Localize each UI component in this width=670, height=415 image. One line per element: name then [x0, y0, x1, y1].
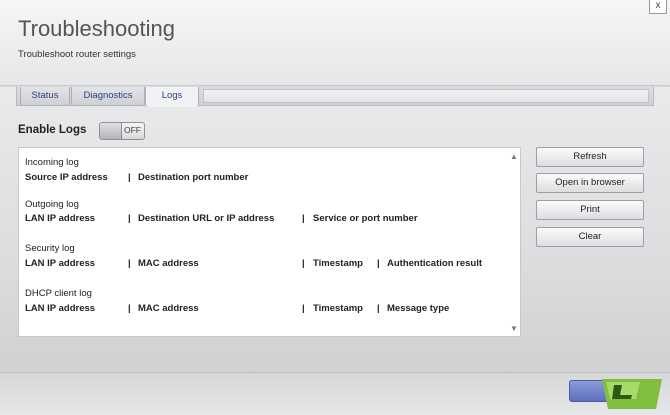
log-column: Destination port number [138, 172, 249, 183]
log-column: MAC address [138, 258, 199, 269]
watermark-logo-icon [602, 379, 662, 409]
tab-diagnostics[interactable]: Diagnostics [71, 87, 145, 106]
toggle-state: OFF [124, 125, 141, 135]
refresh-button[interactable]: Refresh [536, 147, 644, 167]
footer [0, 372, 670, 415]
log-title-outgoing: Outgoing log [25, 199, 79, 210]
tab-status[interactable]: Status [20, 87, 70, 106]
router-window: Troubleshooting Troubleshoot router sett… [0, 0, 670, 415]
log-column: MAC address [138, 303, 199, 314]
tab-bar-fill [203, 89, 649, 103]
content-area: Status Diagnostics Logs Enable Logs OFF … [0, 87, 670, 372]
log-column: Timestamp [313, 303, 363, 314]
page-title: Troubleshooting [18, 16, 175, 41]
print-button[interactable]: Print [536, 200, 644, 220]
header: Troubleshooting Troubleshoot router sett… [0, 0, 670, 86]
log-list[interactable]: ▲ ▼ Incoming log Source IP address | Des… [18, 147, 521, 337]
toggle-knob[interactable] [100, 123, 122, 139]
log-column: Authentication result [387, 258, 483, 269]
clear-button[interactable]: Clear [536, 227, 644, 247]
log-column: Timestamp [313, 258, 363, 269]
log-separator: | [302, 213, 305, 224]
log-title-dhcp: DHCP client log [25, 288, 92, 299]
log-column: LAN IP address [25, 213, 96, 224]
log-column: Message type [387, 303, 450, 314]
log-column: Source IP address [25, 172, 108, 183]
tab-logs[interactable]: Logs [145, 87, 199, 107]
log-title-security: Security log [25, 243, 75, 254]
log-separator: | [377, 258, 380, 269]
log-separator: | [302, 303, 305, 314]
tab-bar: Status Diagnostics Logs [16, 87, 654, 107]
log-separator: | [302, 258, 305, 269]
log-separator: | [377, 303, 380, 314]
log-separator: | [128, 213, 131, 224]
open-in-browser-button[interactable]: Open in browser [536, 173, 644, 193]
log-column: LAN IP address [25, 303, 96, 314]
enable-logs-label: Enable Logs [18, 124, 87, 136]
close-button[interactable]: x [649, 0, 667, 14]
chevron-up-icon[interactable]: ▲ [508, 152, 520, 162]
chevron-down-icon[interactable]: ▼ [508, 324, 520, 334]
enable-logs-toggle[interactable]: OFF [99, 122, 145, 140]
log-column: Destination URL or IP address [138, 213, 275, 224]
page-subtitle: Troubleshoot router settings [18, 49, 136, 60]
log-column: LAN IP address [25, 258, 96, 269]
log-separator: | [128, 172, 131, 183]
log-column: Service or port number [313, 213, 418, 224]
log-separator: | [128, 258, 131, 269]
log-title-incoming: Incoming log [25, 157, 79, 168]
log-separator: | [128, 303, 131, 314]
